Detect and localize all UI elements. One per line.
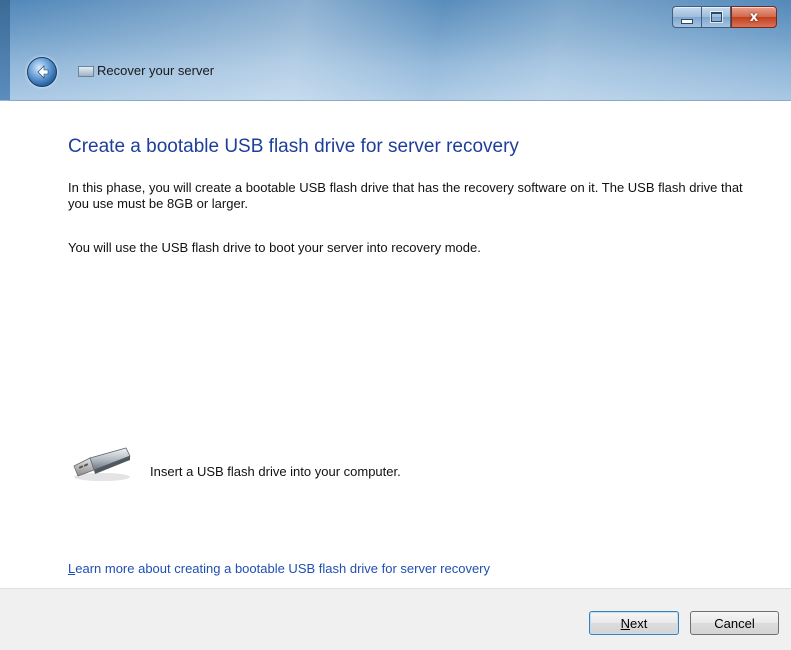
window-title: Recover your server [97,63,215,78]
title-bar[interactable]: x Recover your server [0,0,791,101]
next-button[interactable]: Next [589,611,679,635]
close-icon: x [749,9,759,25]
wizard-footer: Next Cancel [0,588,791,650]
recover-server-window: x Recover your server Create a bootable … [0,0,791,650]
wizard-content: Create a bootable USB flash drive for se… [0,101,791,588]
next-mnemonic: N [620,615,631,631]
learn-more-text: earn more about creating a bootable USB … [75,561,490,576]
minimize-button[interactable] [672,6,701,28]
maximize-button[interactable] [701,6,731,28]
usb-flash-drive-icon [73,447,131,481]
close-button[interactable]: x [731,6,777,28]
page-title: Create a bootable USB flash drive for se… [68,136,519,157]
next-label: ext [630,615,648,631]
minimize-icon [681,18,693,24]
app-icon [78,66,94,77]
title-bar-edge [0,0,10,100]
back-arrow-icon [37,65,49,79]
cancel-button[interactable]: Cancel [690,611,779,635]
learn-more-link[interactable]: Learn more about creating a bootable USB… [68,561,490,576]
usb-status-text: Insert a USB flash drive into your compu… [150,464,401,479]
intro-paragraph: In this phase, you will create a bootabl… [68,180,743,211]
back-button[interactable] [27,57,57,87]
caption-buttons: x [672,6,777,28]
maximize-icon [710,12,722,22]
boot-paragraph: You will use the USB flash drive to boot… [68,240,481,255]
